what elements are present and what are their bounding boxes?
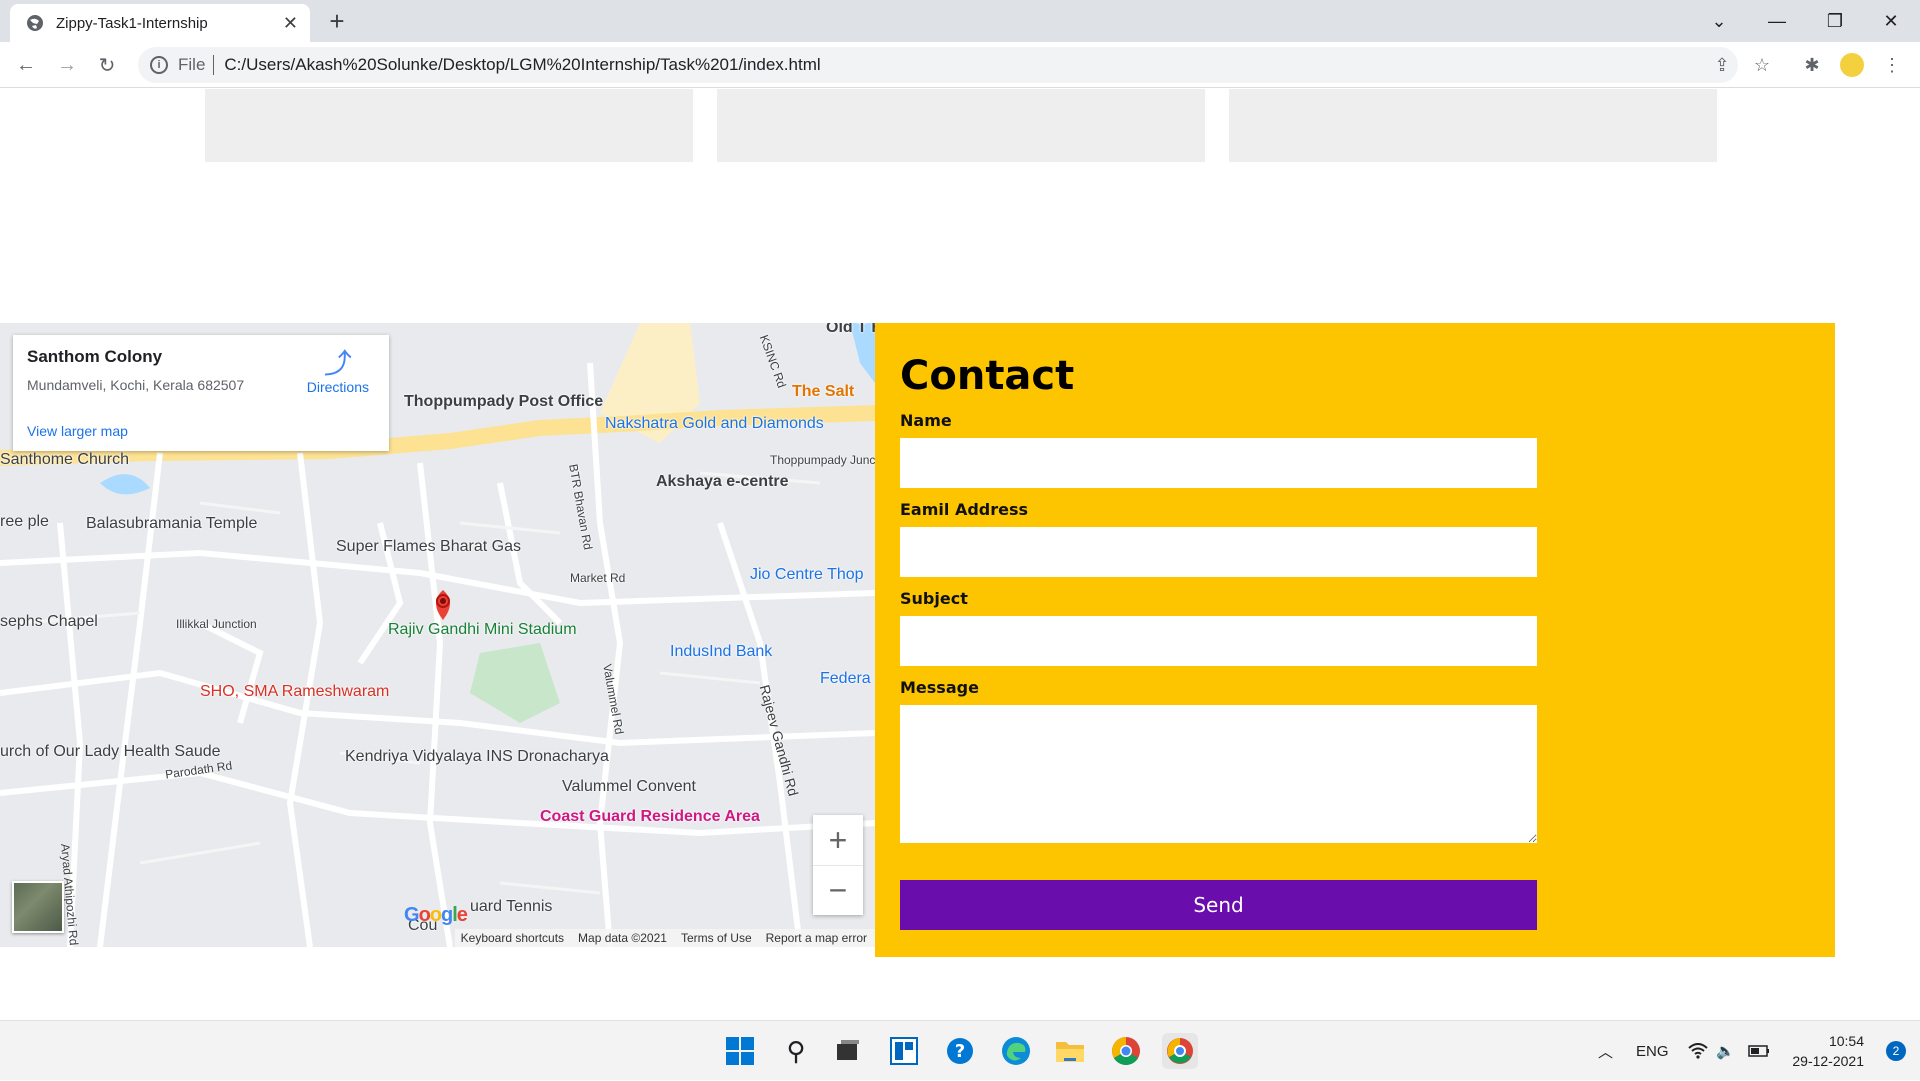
new-tab-button[interactable]: +	[322, 6, 352, 36]
map-label: Federa Thoppu	[820, 670, 875, 687]
service-card	[1229, 89, 1717, 162]
menu-dots-icon[interactable]: ⋮	[1880, 53, 1904, 77]
wifi-icon[interactable]	[1688, 1021, 1708, 1081]
contact-section: Contact Name Eamil Address Subject Messa…	[875, 323, 1835, 957]
reload-icon[interactable]: ↻	[93, 51, 121, 79]
browser-tab[interactable]: Zippy-Task1-Internship ✕	[10, 4, 310, 42]
windows-taskbar: ⚲ ? ︿ ENG 🔈 10:54 29-12-2021 2	[0, 1020, 1920, 1080]
map-label: Valummel Convent	[562, 778, 696, 795]
report-error-link[interactable]: Report a map error	[766, 931, 867, 945]
help-icon[interactable]: ?	[942, 1033, 978, 1069]
service-card	[717, 89, 1205, 162]
name-label: Name	[900, 411, 952, 430]
directions-button[interactable]: ⤴ Directions	[306, 348, 369, 396]
start-icon[interactable]	[722, 1033, 758, 1069]
view-larger-map-link[interactable]: View larger map	[27, 423, 128, 439]
close-window-button[interactable]: ✕	[1862, 0, 1920, 42]
page-content: Thoppumpady Post Office Nakshatra Gold a…	[0, 89, 1920, 1020]
subject-label: Subject	[900, 589, 968, 608]
map-label: Akshaya e-centre	[656, 473, 789, 490]
google-logo: Google	[404, 904, 468, 926]
subject-input[interactable]	[900, 616, 1537, 666]
zoom-controls: + −	[813, 815, 863, 915]
embedded-map[interactable]: Thoppumpady Post Office Nakshatra Gold a…	[0, 323, 875, 947]
url-text[interactable]: C:/Users/Akash%20Solunke/Desktop/LGM%20I…	[224, 55, 820, 75]
terms-link[interactable]: Terms of Use	[681, 931, 752, 945]
directions-icon: ⤴	[323, 348, 352, 379]
map-label: Jio Centre Thop	[750, 566, 864, 583]
battery-icon[interactable]	[1748, 1021, 1770, 1081]
map-label: Market Rd	[570, 571, 626, 585]
map-label: Super Flames Bharat Gas	[336, 538, 521, 555]
back-icon[interactable]: ←	[12, 51, 40, 79]
email-input[interactable]	[900, 527, 1537, 577]
tab-title: Zippy-Task1-Internship	[56, 14, 208, 32]
map-label: Santhome Church	[0, 451, 129, 468]
forward-icon[interactable]: →	[53, 51, 81, 79]
zoom-in-button[interactable]: +	[813, 815, 863, 865]
chrome-icon[interactable]	[1108, 1033, 1144, 1069]
show-hidden-icons[interactable]: ︿	[1598, 1021, 1613, 1081]
directions-label: Directions	[306, 379, 369, 395]
place-info-card: Santhom Colony Mundamveli, Kochi, Kerala…	[13, 335, 389, 451]
globe-icon	[27, 15, 43, 31]
minimize-button[interactable]: —	[1748, 0, 1806, 42]
map-data-text: Map data ©2021	[578, 931, 667, 945]
map-label: Rajiv Gandhi Mini Stadium	[388, 621, 577, 638]
volume-icon[interactable]: 🔈	[1716, 1021, 1735, 1081]
svg-text:?: ?	[955, 1041, 965, 1062]
name-input[interactable]	[900, 438, 1537, 488]
map-footer: Keyboard shortcuts Map data ©2021 Terms …	[454, 929, 875, 947]
service-card	[205, 89, 693, 162]
task-view-icon[interactable]	[830, 1033, 866, 1069]
extensions-icon[interactable]: ✱	[1800, 53, 1824, 77]
file-explorer-icon[interactable]	[1052, 1033, 1088, 1069]
share-icon[interactable]: ⇪	[1710, 53, 1734, 77]
contact-heading: Contact	[900, 353, 1075, 399]
clock-time: 10:54	[1828, 1033, 1864, 1049]
search-icon[interactable]: ⚲	[778, 1033, 814, 1069]
tab-search-icon[interactable]: ⌄	[1690, 0, 1748, 42]
map-label: Balasubramania Temple	[86, 515, 258, 532]
profile-avatar[interactable]	[1840, 53, 1864, 77]
url-scheme: File	[178, 55, 206, 74]
map-label: IndusInd Bank	[670, 643, 773, 660]
map-label: Illikkal Junction	[176, 617, 257, 631]
satellite-layer-toggle[interactable]	[12, 881, 64, 933]
map-label: Coast Guard Residence Area	[540, 808, 760, 825]
browser-tab-bar: Zippy-Task1-Internship ✕ + ⌄ — ❐ ✕	[0, 0, 1920, 42]
restore-button[interactable]: ❐	[1806, 0, 1864, 42]
chrome-profile-icon[interactable]	[1162, 1033, 1198, 1069]
map-label: uard Tennis	[470, 898, 553, 915]
message-textarea[interactable]	[900, 705, 1537, 843]
map-label: The Salt	[792, 383, 855, 400]
widgets-icon[interactable]	[886, 1033, 922, 1069]
map-label: Kendriya Vidyalaya INS Dronacharya	[345, 748, 609, 765]
tab-close-icon[interactable]: ✕	[283, 13, 298, 34]
email-label: Eamil Address	[900, 500, 1029, 519]
map-label: Nakshatra Gold and Diamonds	[605, 415, 824, 432]
map-label: SHO, SMA Rameshwaram	[200, 683, 390, 700]
map-label: sephs Chapel	[0, 613, 98, 630]
url-separator	[213, 55, 215, 75]
message-label: Message	[900, 678, 979, 697]
info-icon[interactable]: i	[150, 56, 168, 74]
bookmark-star-icon[interactable]: ☆	[1750, 53, 1774, 77]
keyboard-shortcuts-link[interactable]: Keyboard shortcuts	[461, 931, 564, 945]
system-clock[interactable]: 10:54 29-12-2021	[1792, 1031, 1864, 1071]
map-label: ree ple	[0, 513, 49, 530]
map-label: Thoppumpady Post Office	[404, 393, 604, 410]
notification-badge[interactable]: 2	[1886, 1041, 1906, 1061]
map-label: Old T Har	[826, 323, 875, 336]
browser-toolbar: ← → ↻ i File C:/Users/Akash%20Solunke/De…	[0, 42, 1920, 88]
address-bar[interactable]: i File C:/Users/Akash%20Solunke/Desktop/…	[138, 47, 1738, 83]
zoom-out-button[interactable]: −	[813, 865, 863, 915]
language-indicator[interactable]: ENG	[1636, 1021, 1669, 1081]
map-label: urch of Our Lady Health Saude	[0, 743, 221, 760]
map-label: Thoppumpady Junction	[770, 453, 875, 467]
send-button[interactable]: Send	[900, 880, 1537, 930]
edge-browser-icon[interactable]	[998, 1033, 1034, 1069]
clock-date: 29-12-2021	[1792, 1053, 1864, 1069]
